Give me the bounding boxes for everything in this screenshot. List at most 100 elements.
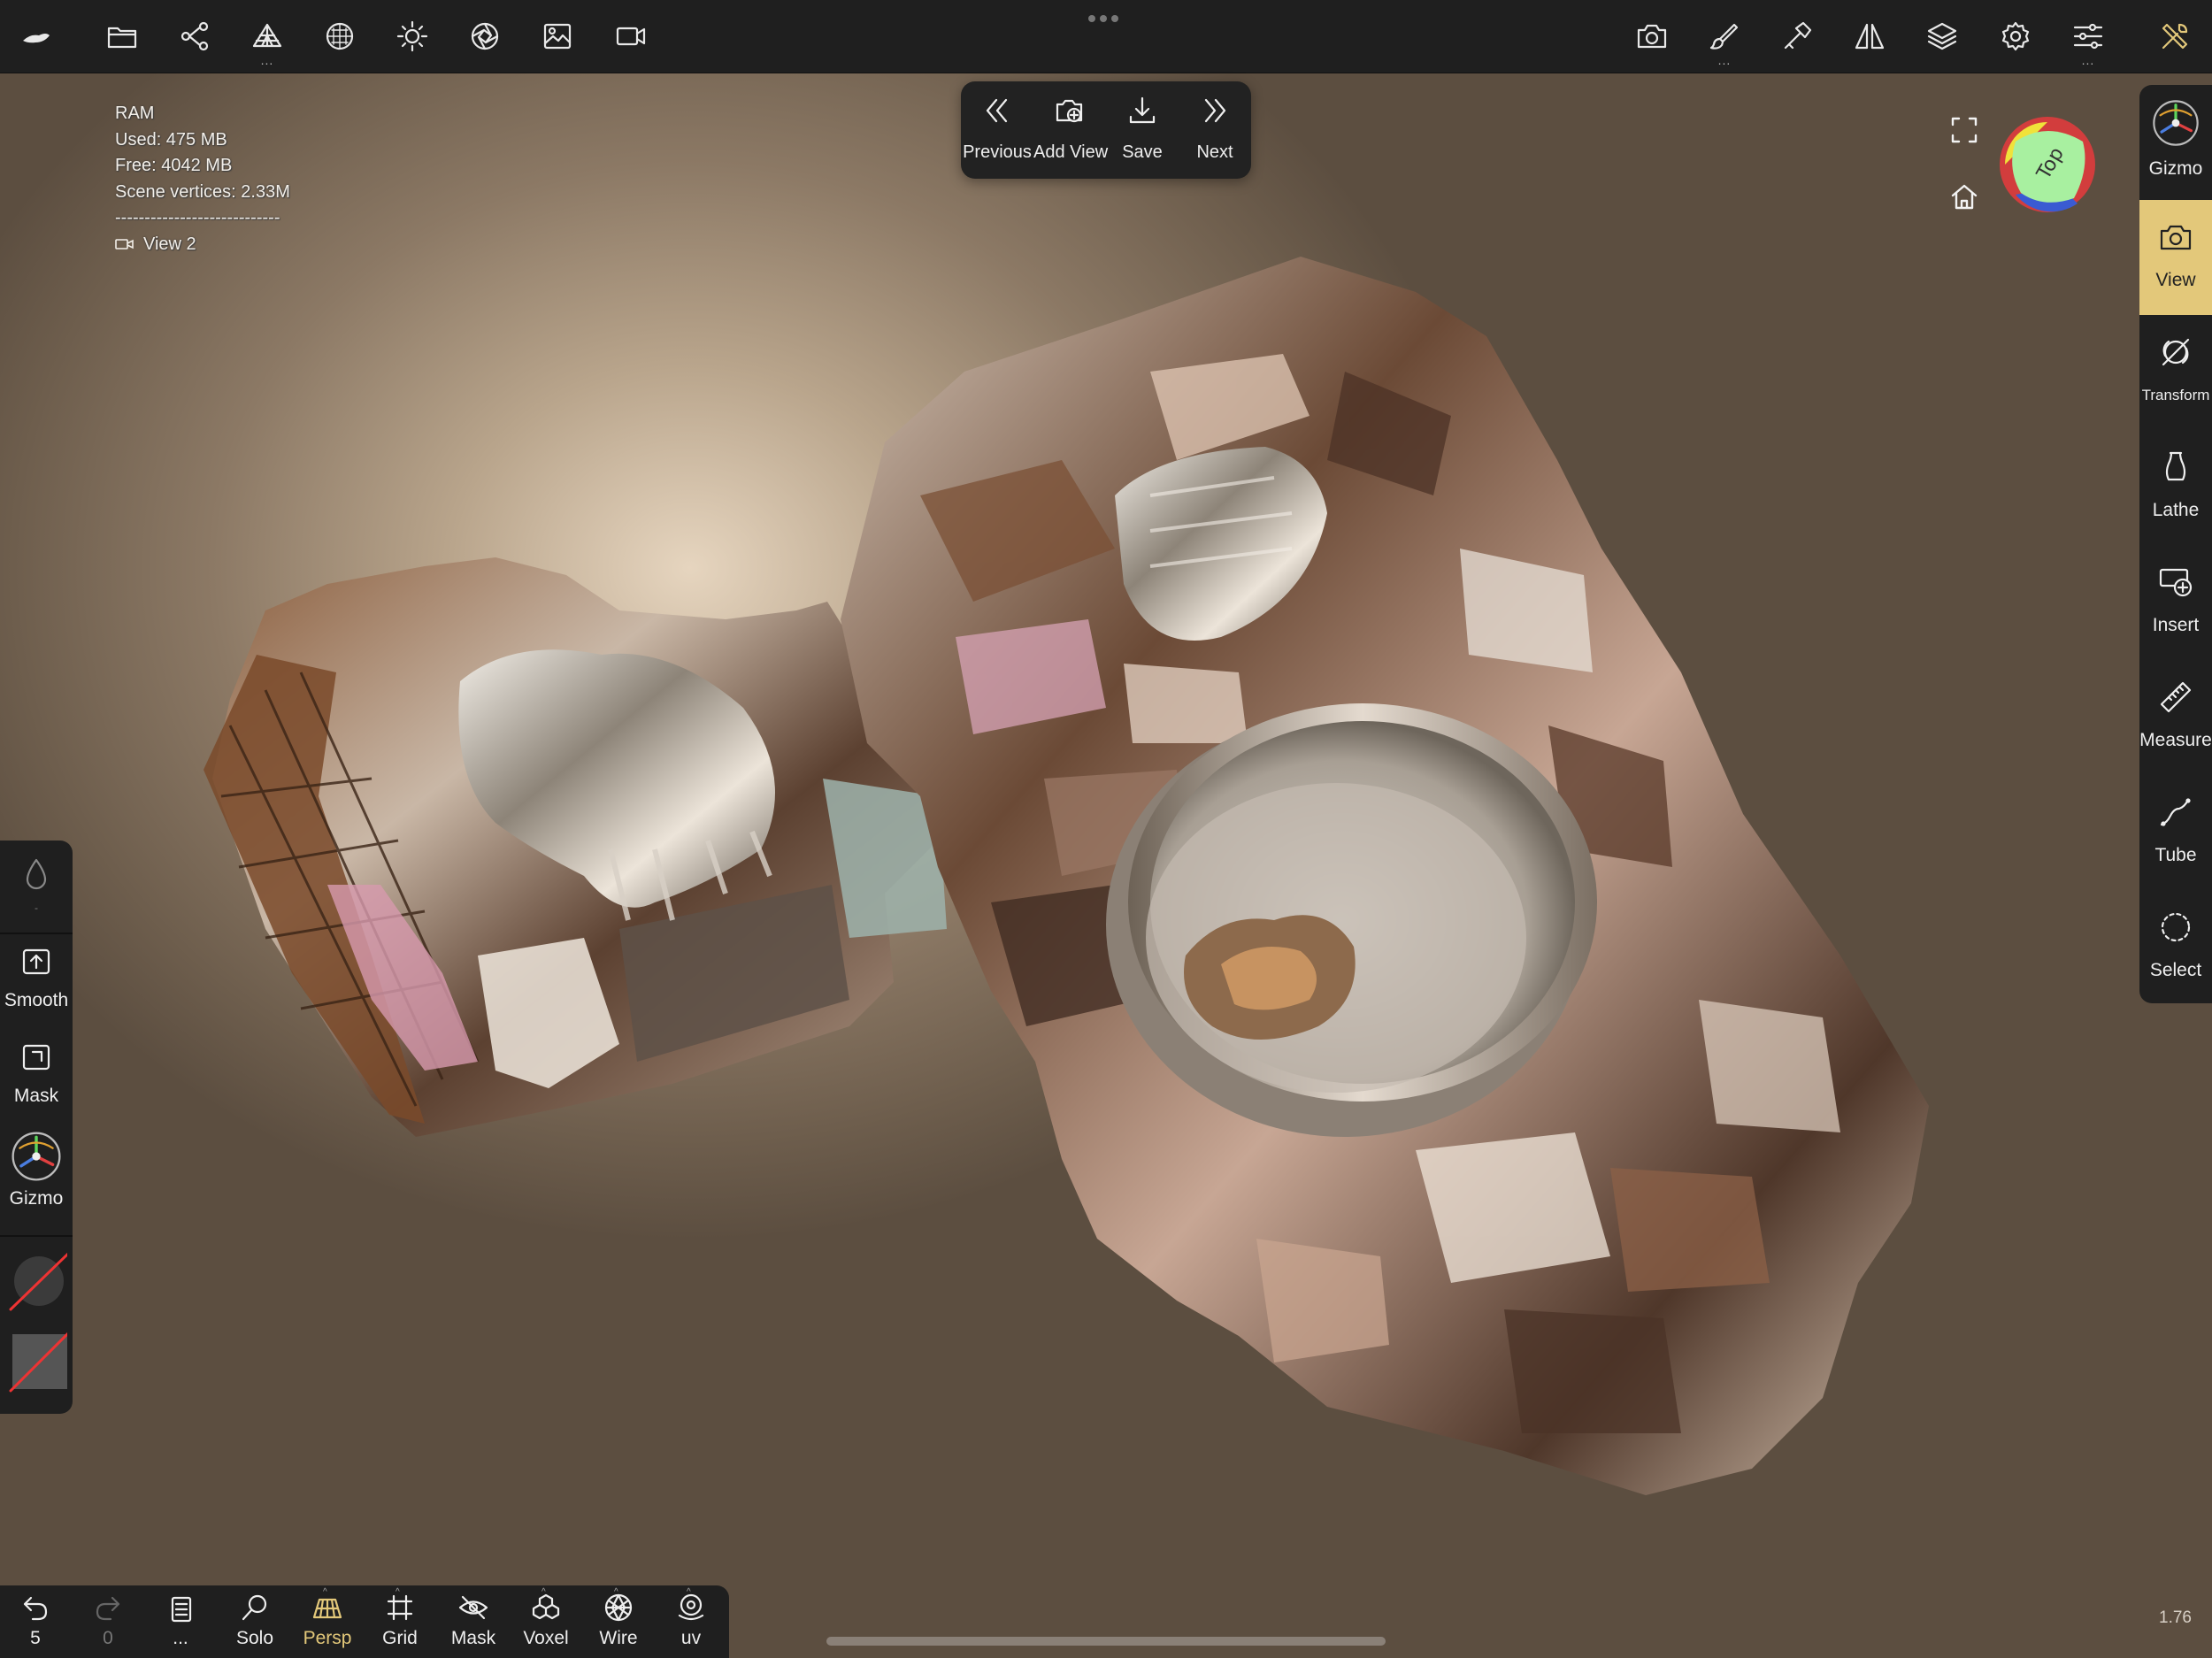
transform-tool[interactable]: Transform — [2139, 315, 2212, 430]
camera-add-icon — [1056, 99, 1083, 123]
tube-label: Tube — [2154, 845, 2197, 865]
wireframe-sphere-icon — [604, 1593, 633, 1622]
color-swatch[interactable] — [0, 1325, 73, 1401]
folder-icon[interactable] — [102, 16, 142, 57]
perspective-button[interactable]: ^ Persp — [296, 1587, 359, 1648]
current-view-name: View 2 — [143, 234, 196, 254]
wireframe-button[interactable]: ^ Wire — [587, 1587, 650, 1648]
uv-eye-icon — [678, 1593, 704, 1621]
voxel-button[interactable]: ^ Voxel — [514, 1587, 578, 1648]
drop-tool[interactable]: - — [0, 856, 73, 914]
double-chevron-right-icon — [1204, 98, 1226, 123]
video-camera-icon[interactable] — [611, 16, 651, 57]
redo-button[interactable]: 0 — [76, 1593, 140, 1648]
view-tool[interactable]: View — [2139, 200, 2212, 315]
uv-label: uv — [680, 1628, 702, 1648]
uv-button[interactable]: ^ uv — [659, 1587, 723, 1648]
droplet-icon — [26, 858, 47, 890]
transform-icon — [2162, 338, 2190, 366]
fullscreen-icon — [1951, 117, 1978, 143]
add-view-label: Add View — [1033, 142, 1109, 162]
caret-up-icon: ^ — [541, 1587, 546, 1597]
select-lasso-icon — [2161, 912, 2191, 942]
caret-up-icon: ^ — [614, 1587, 618, 1597]
ram-label: RAM — [115, 104, 155, 123]
sliders-icon[interactable] — [2068, 16, 2108, 57]
download-icon — [1129, 96, 1156, 124]
gizmo-tool[interactable]: Gizmo — [2139, 85, 2212, 200]
scene-graph-icon[interactable] — [174, 16, 215, 57]
tube-tool[interactable]: Tube — [2139, 775, 2212, 890]
grid-label: Grid — [382, 1628, 418, 1648]
double-chevron-left-icon — [986, 98, 1008, 123]
next-view-button[interactable]: Next — [1179, 92, 1251, 172]
add-view-button[interactable]: Add View — [1033, 92, 1109, 172]
eye-off-icon — [458, 1595, 488, 1620]
redo-count: 0 — [103, 1628, 113, 1648]
symmetry-icon[interactable] — [1849, 16, 1890, 57]
mask-tool[interactable]: Mask — [0, 1044, 73, 1107]
mask-label: Mask — [13, 1086, 59, 1106]
drop-tool-dash: - — [35, 902, 38, 914]
drag-handle[interactable] — [1088, 11, 1124, 22]
history-button[interactable]: ... — [149, 1593, 212, 1648]
home-view-button[interactable] — [1949, 181, 1985, 217]
app-logo-icon[interactable] — [16, 16, 57, 57]
material-sphere-icon[interactable] — [319, 16, 360, 57]
shading-aperture-icon[interactable] — [465, 16, 505, 57]
grid-button[interactable]: ^ Grid — [368, 1587, 432, 1648]
smooth-tool[interactable]: Smooth — [0, 948, 73, 1011]
tools-icon[interactable] — [2154, 16, 2195, 57]
camera-icon[interactable] — [1632, 16, 1672, 57]
orientation-cube[interactable]: Top — [1998, 115, 2097, 214]
select-tool[interactable]: Select — [2139, 890, 2212, 1005]
solo-button[interactable]: Solo — [223, 1593, 287, 1648]
bottom-toolbar: 5 0 ... Solo ^ Persp ^ Grid Mask ^ Voxel… — [0, 1585, 729, 1658]
topology-icon[interactable] — [247, 16, 288, 57]
previous-view-label: Previous — [963, 142, 1032, 162]
smooth-label: Smooth — [4, 990, 69, 1010]
notebook-icon — [171, 1596, 192, 1623]
light-icon[interactable] — [392, 16, 433, 57]
undo-count: 5 — [30, 1628, 41, 1648]
fullscreen-button[interactable] — [1949, 115, 1985, 150]
background-image-icon[interactable] — [537, 16, 578, 57]
home-indicator[interactable] — [826, 1637, 1386, 1646]
panel-divider — [0, 933, 73, 934]
video-camera-icon — [115, 239, 134, 250]
solo-label: Solo — [235, 1628, 274, 1648]
hammer-icon[interactable] — [1777, 16, 1817, 57]
lathe-tool[interactable]: Lathe — [2139, 430, 2212, 545]
gizmo-icon — [2153, 100, 2199, 146]
search-icon — [242, 1594, 267, 1621]
sliders-more: ... — [2081, 53, 2095, 67]
3d-viewport[interactable] — [0, 73, 2212, 1658]
info-separator: ---------------------------- — [115, 208, 280, 227]
next-view-label: Next — [1196, 142, 1233, 162]
gizmo-left-label: Gizmo — [9, 1188, 64, 1209]
ram-used: Used: 475 MB — [115, 129, 227, 150]
caret-up-icon: ^ — [687, 1587, 691, 1597]
mask-toggle-button[interactable]: Mask — [442, 1593, 505, 1648]
transform-label: Transform — [2141, 387, 2210, 403]
insert-tool[interactable]: Insert — [2139, 545, 2212, 660]
insert-label: Insert — [2152, 615, 2200, 635]
smooth-icon — [22, 948, 50, 975]
select-label: Select — [2149, 960, 2202, 980]
layers-icon[interactable] — [1922, 16, 1962, 57]
measure-tool[interactable]: Measure — [2139, 660, 2212, 775]
mask-icon — [22, 1044, 50, 1071]
previous-view-button[interactable]: Previous — [961, 92, 1033, 172]
gizmo-tool-left[interactable]: Gizmo — [0, 1129, 73, 1209]
paint-more: ... — [1717, 53, 1732, 67]
settings-gear-icon[interactable] — [1995, 16, 2036, 57]
save-view-button[interactable]: Save — [1106, 92, 1179, 172]
left-tool-panel: - Smooth Mask Gizmo — [0, 841, 73, 1414]
voxel-label: Voxel — [523, 1628, 569, 1648]
tube-curve-icon — [2160, 798, 2191, 826]
redo-icon — [96, 1596, 120, 1621]
paint-brush-icon[interactable] — [1704, 16, 1745, 57]
material-swatch[interactable] — [0, 1247, 73, 1321]
gizmo-icon — [12, 1132, 61, 1181]
undo-button[interactable]: 5 — [4, 1593, 67, 1648]
